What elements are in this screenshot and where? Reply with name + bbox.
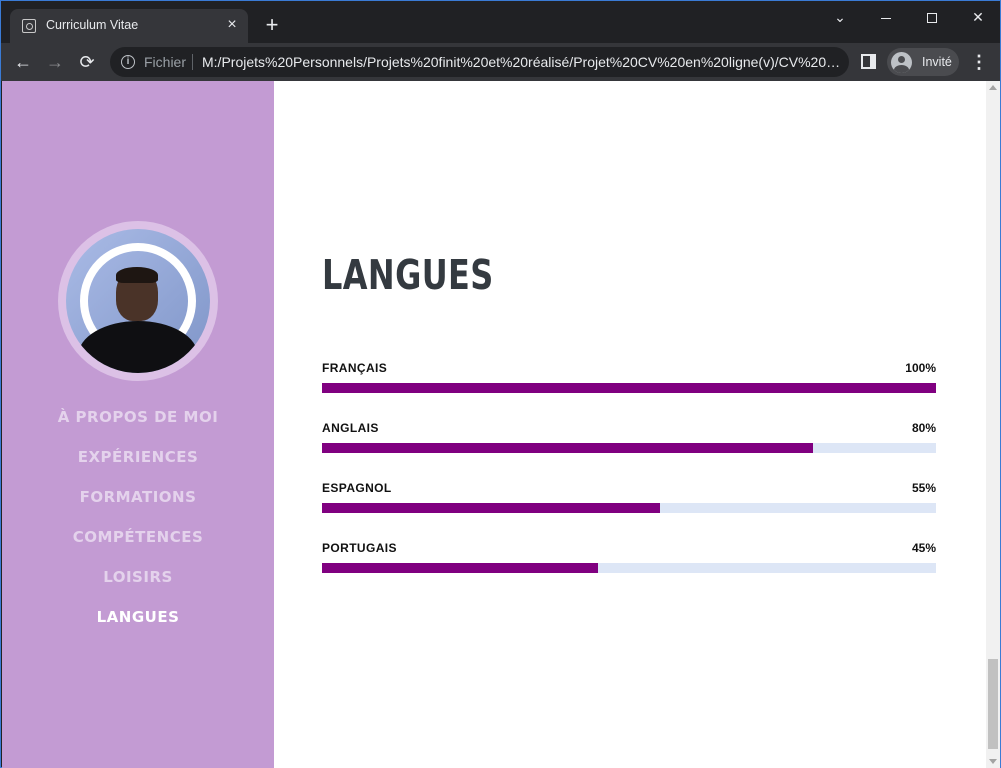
tab-curriculum-vitae[interactable]: Curriculum Vitae ×	[10, 9, 248, 43]
section-title: LANGUES	[322, 251, 494, 299]
maximize-icon	[927, 13, 937, 24]
progress-fill	[322, 443, 814, 453]
maximize-button[interactable]	[909, 5, 955, 29]
language-name: FRANÇAIS	[322, 361, 388, 375]
tab-strip: Curriculum Vitae × + ⌄ ✕	[1, 1, 1000, 43]
close-window-button[interactable]: ✕	[955, 5, 1001, 29]
tab-title: Curriculum Vitae	[46, 18, 139, 32]
nav-item-a-propos[interactable]: À PROPOS DE MOI	[2, 407, 274, 447]
reload-button[interactable]: ⟳	[73, 48, 101, 76]
language-percent: 45%	[911, 541, 936, 555]
url-scheme: Fichier	[144, 54, 187, 70]
minimize-button[interactable]	[863, 5, 909, 29]
main-content: LANGUES FRANÇAIS 100% ANGLAIS 80% ESPAGN…	[274, 81, 986, 768]
language-item: ESPAGNOL 55%	[322, 481, 936, 541]
language-item: ANGLAIS 80%	[322, 421, 936, 481]
progress-track	[322, 503, 936, 513]
language-item: PORTUGAIS 45%	[322, 541, 936, 601]
progress-track	[322, 443, 936, 453]
profile-avatar-icon	[891, 52, 912, 73]
language-list: FRANÇAIS 100% ANGLAIS 80% ESPAGNOL 55% P…	[322, 361, 936, 601]
photo-hair	[116, 267, 158, 283]
browser-window: Curriculum Vitae × + ⌄ ✕ ← → ⟳ i Fichier…	[0, 0, 1001, 768]
page-scrollbar[interactable]	[986, 81, 1000, 768]
address-bar[interactable]: i Fichier M:/Projets%20Personnels/Projet…	[110, 47, 849, 77]
back-button[interactable]: ←	[9, 48, 37, 76]
nav-item-formations[interactable]: FORMATIONS	[2, 487, 274, 527]
progress-track	[322, 383, 936, 393]
language-name: ESPAGNOL	[322, 481, 392, 495]
language-percent: 80%	[911, 421, 936, 435]
progress-track	[322, 563, 936, 573]
progress-fill	[322, 383, 936, 393]
new-tab-button[interactable]: +	[260, 13, 284, 37]
scroll-up-icon[interactable]	[989, 85, 997, 90]
scroll-thumb[interactable]	[988, 659, 998, 749]
sidebar-nav: À PROPOS DE MOI EXPÉRIENCES FORMATIONS C…	[2, 407, 274, 647]
minimize-icon	[881, 17, 891, 19]
profile-photo	[58, 221, 218, 381]
page-icon	[22, 19, 36, 33]
url-text[interactable]: M:/Projets%20Personnels/Projets%20finit%…	[202, 54, 842, 70]
nav-item-langues[interactable]: LANGUES	[2, 607, 274, 647]
language-name: ANGLAIS	[322, 421, 379, 435]
side-panel-icon[interactable]	[861, 54, 876, 69]
language-percent: 100%	[905, 361, 936, 375]
divider	[192, 54, 193, 70]
forward-button[interactable]: →	[41, 48, 69, 76]
profile-button[interactable]: Invité	[887, 48, 959, 76]
language-name: PORTUGAIS	[322, 541, 397, 555]
info-icon[interactable]: i	[121, 55, 135, 69]
browser-menu-icon[interactable]: ⋮	[969, 48, 989, 76]
nav-item-loisirs[interactable]: LOISIRS	[2, 567, 274, 607]
tab-close-icon[interactable]: ×	[222, 15, 242, 35]
browser-toolbar: ← → ⟳ i Fichier M:/Projets%20Personnels/…	[1, 43, 1000, 81]
tab-search-dropdown-icon[interactable]: ⌄	[817, 5, 863, 29]
profile-label: Invité	[922, 55, 952, 69]
progress-fill	[322, 503, 660, 513]
avatar	[66, 229, 210, 373]
nav-item-experiences[interactable]: EXPÉRIENCES	[2, 447, 274, 487]
sidebar: À PROPOS DE MOI EXPÉRIENCES FORMATIONS C…	[2, 81, 274, 768]
page-viewport: À PROPOS DE MOI EXPÉRIENCES FORMATIONS C…	[2, 81, 1000, 768]
nav-item-competences[interactable]: COMPÉTENCES	[2, 527, 274, 567]
language-item: FRANÇAIS 100%	[322, 361, 936, 421]
scroll-down-icon[interactable]	[989, 759, 997, 764]
progress-fill	[322, 563, 599, 573]
language-percent: 55%	[911, 481, 936, 495]
